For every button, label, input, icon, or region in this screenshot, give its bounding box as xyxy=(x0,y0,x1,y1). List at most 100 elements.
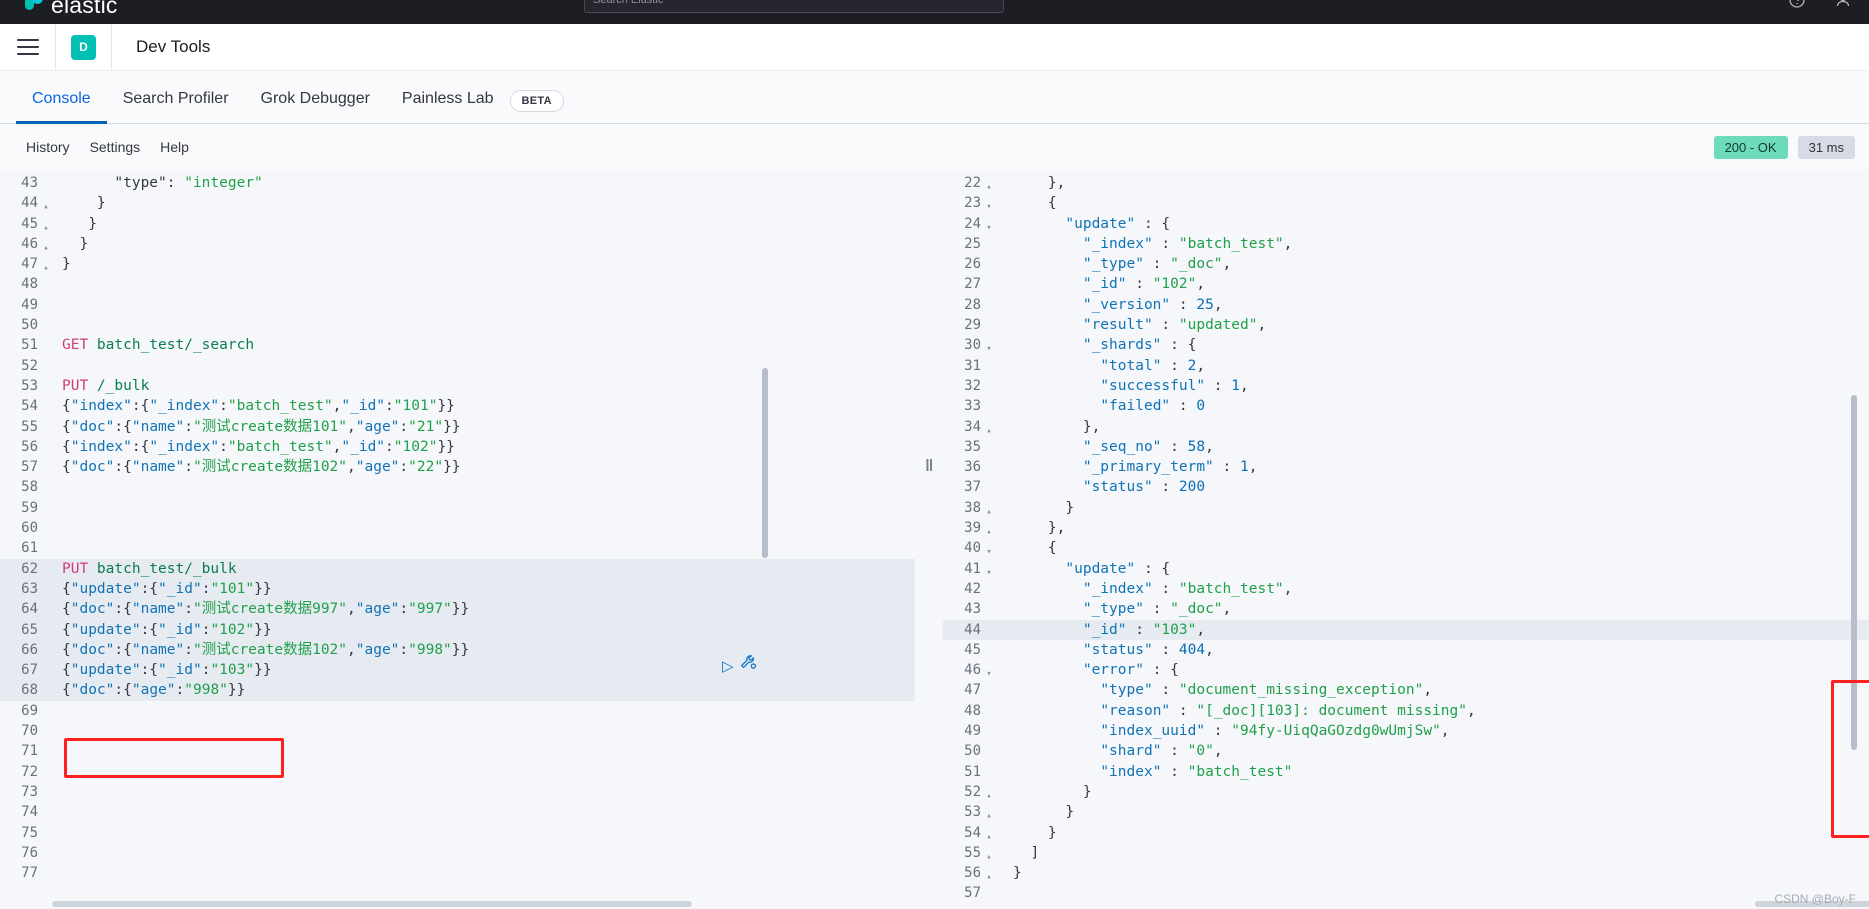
code-line[interactable]: 43 "type": "integer" xyxy=(0,173,915,193)
fold-toggle-icon[interactable] xyxy=(983,640,995,644)
code-line[interactable]: 61 xyxy=(0,538,915,558)
fold-toggle-icon[interactable] xyxy=(40,356,52,360)
fold-toggle-icon[interactable] xyxy=(983,356,995,360)
fold-toggle-icon[interactable] xyxy=(983,579,995,583)
code-line[interactable]: 56 ▴} xyxy=(943,863,1869,883)
help-icon[interactable] xyxy=(1789,0,1805,8)
fold-toggle-icon[interactable] xyxy=(983,315,995,319)
code-line[interactable]: 71 xyxy=(0,741,915,761)
fold-toggle-icon[interactable] xyxy=(40,660,52,664)
fold-toggle-icon[interactable] xyxy=(40,559,52,563)
fold-toggle-icon[interactable] xyxy=(40,802,52,806)
code-line[interactable]: 46 ▾ "error" : { xyxy=(943,660,1869,680)
code-line[interactable]: 48 xyxy=(0,274,915,294)
fold-toggle-icon[interactable] xyxy=(40,417,52,421)
code-line[interactable]: 50 xyxy=(0,315,915,335)
code-line[interactable]: 51 GET batch_test/_search xyxy=(0,335,915,355)
request-vertical-scrollbar[interactable] xyxy=(762,368,768,558)
code-line[interactable]: 25 "_index" : "batch_test", xyxy=(943,234,1869,254)
fold-toggle-icon[interactable] xyxy=(40,620,52,624)
code-line[interactable]: 41 ▾ "update" : { xyxy=(943,559,1869,579)
code-line[interactable]: 55 ▴ ] xyxy=(943,843,1869,863)
code-line[interactable]: 47 ▴} xyxy=(0,254,915,274)
fold-toggle-icon[interactable] xyxy=(983,620,995,624)
fold-toggle-icon[interactable] xyxy=(40,274,52,278)
code-line[interactable]: 64 {"doc":{"name":"测试create数据997","age":"… xyxy=(0,599,915,620)
fold-toggle-icon[interactable] xyxy=(40,741,52,745)
code-line[interactable]: 35 "_seq_no" : 58, xyxy=(943,437,1869,457)
fold-toggle-icon[interactable] xyxy=(983,599,995,603)
fold-toggle-icon[interactable] xyxy=(983,741,995,745)
fold-toggle-icon[interactable] xyxy=(983,883,995,887)
fold-toggle-icon[interactable] xyxy=(40,498,52,502)
code-line[interactable]: 29 "result" : "updated", xyxy=(943,315,1869,335)
code-line[interactable]: 33 "failed" : 0 xyxy=(943,396,1869,416)
code-line[interactable]: 27 "_id" : "102", xyxy=(943,274,1869,294)
code-line[interactable]: 51 "index" : "batch_test" xyxy=(943,762,1869,782)
wrench-menu-icon[interactable] xyxy=(739,653,757,671)
fold-toggle-icon[interactable] xyxy=(983,234,995,238)
code-line[interactable]: 44 "_id" : "103", xyxy=(943,619,1869,640)
code-line[interactable]: 55 {"doc":{"name":"测试create数据101","age":"… xyxy=(0,417,915,437)
play-request-icon[interactable]: ▷ xyxy=(722,657,734,675)
code-line[interactable]: 72 xyxy=(0,762,915,782)
code-line[interactable]: 22 ▴ }, xyxy=(943,173,1869,193)
fold-toggle-icon[interactable] xyxy=(40,538,52,542)
code-line[interactable]: 69 xyxy=(0,701,915,721)
fold-toggle-icon[interactable] xyxy=(40,863,52,867)
code-line[interactable]: 53 PUT /_bulk xyxy=(0,376,915,396)
fold-toggle-icon[interactable] xyxy=(983,457,995,461)
tab-painless-lab[interactable]: Painless Lab xyxy=(386,90,510,123)
fold-toggle-icon[interactable] xyxy=(40,823,52,827)
fold-toggle-icon[interactable] xyxy=(983,295,995,299)
code-line[interactable]: 30 ▾ "_shards" : { xyxy=(943,335,1869,355)
fold-toggle-icon[interactable] xyxy=(40,437,52,441)
code-line[interactable]: 58 xyxy=(0,477,915,497)
fold-toggle-icon[interactable] xyxy=(983,274,995,278)
pane-drag-handle-icon[interactable]: ‖ xyxy=(925,456,934,476)
fold-toggle-icon[interactable] xyxy=(40,335,52,339)
tab-console[interactable]: Console xyxy=(16,90,107,124)
fold-toggle-icon[interactable] xyxy=(40,782,52,786)
code-line[interactable]: 48 "reason" : "[_doc][103]: document mis… xyxy=(943,701,1869,721)
code-line[interactable]: 70 xyxy=(0,721,915,741)
code-line[interactable]: 49 "index_uuid" : "94fy-UiqQaGOzdg0wUmjS… xyxy=(943,721,1869,741)
pane-splitter[interactable]: ‖ xyxy=(915,170,943,909)
code-line[interactable]: 36 "_primary_term" : 1, xyxy=(943,457,1869,477)
fold-toggle-icon[interactable] xyxy=(40,721,52,725)
fold-toggle-icon[interactable] xyxy=(983,396,995,400)
fold-toggle-icon[interactable] xyxy=(40,599,52,603)
fold-toggle-icon[interactable] xyxy=(40,680,52,684)
code-line[interactable]: 53 ▴ } xyxy=(943,802,1869,822)
code-line[interactable]: 44 ▴ } xyxy=(0,193,915,213)
code-line[interactable]: 77 xyxy=(0,863,915,883)
request-editor-pane[interactable]: 43 "type": "integer" 44 ▴ } 45 ▴ } 46 ▴ } 47 ▴} 4… xyxy=(0,170,915,909)
history-button[interactable]: History xyxy=(16,139,80,155)
fold-toggle-icon[interactable] xyxy=(40,640,52,644)
code-line[interactable]: 56 {"index":{"_index":"batch_test","_id":… xyxy=(0,437,915,457)
code-line[interactable]: 68 {"doc":{"age":"998"}} xyxy=(0,680,915,701)
fold-toggle-icon[interactable] xyxy=(40,173,52,177)
code-line[interactable]: 59 xyxy=(0,498,915,518)
fold-toggle-icon[interactable] xyxy=(983,254,995,258)
tab-grok-debugger[interactable]: Grok Debugger xyxy=(245,90,386,123)
code-line[interactable]: 31 "total" : 2, xyxy=(943,356,1869,376)
code-line[interactable]: 54 {"index":{"_index":"batch_test","_id":… xyxy=(0,396,915,416)
code-line[interactable]: 62 PUT batch_test/_bulk xyxy=(0,558,915,579)
code-line[interactable]: 39 ▴ }, xyxy=(943,518,1869,538)
code-line[interactable]: 26 "_type" : "_doc", xyxy=(943,254,1869,274)
global-search-input[interactable]: Search Elastic xyxy=(584,0,1004,13)
code-line[interactable]: 43 "_type" : "_doc", xyxy=(943,599,1869,619)
code-line[interactable]: 49 xyxy=(0,295,915,315)
code-line[interactable]: 47 "type" : "document_missing_exception"… xyxy=(943,680,1869,700)
fold-toggle-icon[interactable] xyxy=(983,721,995,725)
request-horizontal-scrollbar[interactable] xyxy=(52,901,692,907)
code-line[interactable]: 32 "successful" : 1, xyxy=(943,376,1869,396)
code-line[interactable]: 57 {"doc":{"name":"测试create数据102","age":"… xyxy=(0,457,915,477)
fold-toggle-icon[interactable] xyxy=(40,396,52,400)
fold-toggle-icon[interactable] xyxy=(40,843,52,847)
code-line[interactable]: 54 ▴ } xyxy=(943,823,1869,843)
fold-toggle-icon[interactable] xyxy=(40,518,52,522)
fold-toggle-icon[interactable] xyxy=(983,680,995,684)
user-icon[interactable] xyxy=(1835,0,1851,8)
